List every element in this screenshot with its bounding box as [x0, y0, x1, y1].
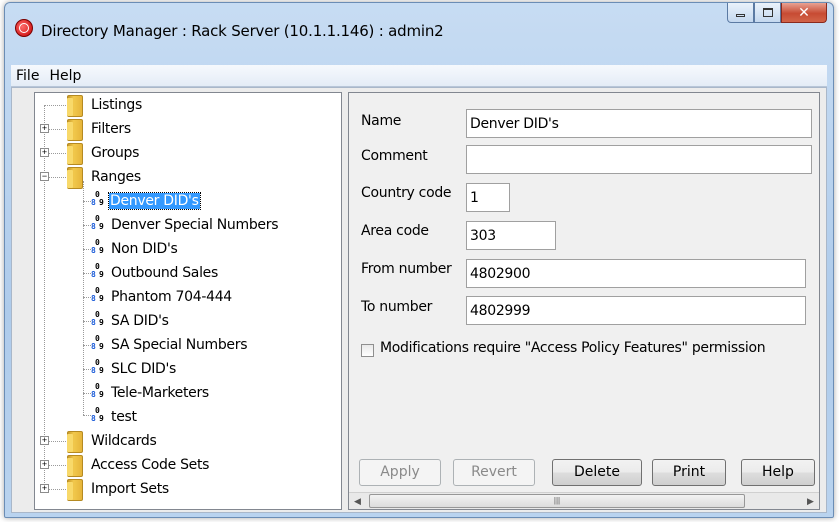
tree-item-ranges[interactable]: Ranges: [91, 169, 141, 185]
tree-item-range[interactable]: Denver DID's: [108, 192, 201, 210]
tree-item-range[interactable]: Outbound Sales: [111, 265, 218, 281]
tree-item-range[interactable]: test: [111, 409, 137, 425]
country-code-label: Country code: [361, 185, 452, 201]
maximize-icon: [762, 8, 773, 17]
to-number-field[interactable]: 4802999: [466, 296, 806, 325]
help-button[interactable]: Help: [741, 459, 815, 486]
folder-icon: [67, 119, 83, 141]
range-label-selected[interactable]: Denver DID's: [108, 192, 201, 210]
country-code-field[interactable]: 1: [466, 183, 510, 212]
folder-icon: [67, 143, 83, 165]
range-icon: 089: [91, 262, 104, 279]
scroll-right-icon[interactable]: ▶: [802, 493, 819, 509]
folder-icon: [67, 95, 83, 117]
range-icon: 089: [91, 286, 104, 303]
delete-button[interactable]: Delete: [552, 459, 642, 486]
permission-checkbox-label[interactable]: Modifications require "Access Policy Fea…: [380, 340, 766, 356]
collapse-icon[interactable]: −: [40, 172, 49, 181]
minimize-icon: [736, 14, 745, 17]
print-button[interactable]: Print: [652, 459, 726, 486]
tree-item-range[interactable]: SA DID's: [111, 313, 169, 329]
horizontal-scrollbar[interactable]: ◀ ||| ▶: [349, 492, 819, 509]
to-number-label: To number: [361, 299, 433, 315]
tree-connector: [83, 249, 91, 250]
folder-icon: [67, 455, 83, 477]
tree-connector: [83, 393, 91, 394]
tree-connector: [83, 369, 91, 370]
area-code-field[interactable]: 303: [466, 221, 556, 250]
range-icon: 089: [91, 238, 104, 255]
folder-icon: [67, 431, 83, 453]
tree-connector: [83, 415, 91, 416]
tree-connector: [44, 105, 68, 106]
range-icon: 089: [91, 310, 104, 327]
expand-icon[interactable]: +: [40, 148, 49, 157]
area-code-label: Area code: [361, 223, 429, 239]
tree-item-range[interactable]: Denver Special Numbers: [111, 217, 279, 233]
tree-item-range[interactable]: Non DID's: [111, 241, 178, 257]
folder-icon: [67, 479, 83, 501]
tree-connector: [83, 345, 91, 346]
comment-field[interactable]: [466, 145, 812, 174]
range-icon: 089: [91, 382, 104, 399]
menu-bar: File Help: [11, 65, 827, 87]
name-field[interactable]: Denver DID's: [466, 109, 812, 138]
close-icon: ✕: [798, 4, 810, 20]
tree-item-listings[interactable]: Listings: [91, 97, 142, 113]
apply-button[interactable]: Apply: [359, 459, 441, 486]
folder-icon: [67, 167, 83, 189]
range-icon: 089: [91, 406, 104, 423]
expand-icon[interactable]: +: [40, 124, 49, 133]
tree-item-range[interactable]: Phantom 704-444: [111, 289, 232, 305]
tree-item-range[interactable]: Tele-Marketers: [111, 385, 209, 401]
app-logo-icon: [15, 19, 33, 37]
from-number-field[interactable]: 4802900: [466, 259, 806, 288]
tree-item-groups[interactable]: Groups: [91, 145, 139, 161]
menu-help[interactable]: Help: [44, 68, 86, 84]
tree-item-range[interactable]: SA Special Numbers: [111, 337, 248, 353]
directory-tree[interactable]: Listings + Filters + Groups − Ranges 089…: [34, 92, 342, 510]
permission-checkbox[interactable]: [361, 344, 374, 357]
range-icon: 089: [91, 334, 104, 351]
tree-item-wildcards[interactable]: Wildcards: [91, 433, 157, 449]
tree-connector: [83, 273, 91, 274]
expand-icon[interactable]: +: [40, 460, 49, 469]
revert-button[interactable]: Revert: [453, 459, 535, 486]
tree-connector: [83, 321, 91, 322]
minimize-button[interactable]: [727, 3, 754, 23]
tree-connector: [83, 181, 84, 415]
tree-item-import-sets[interactable]: Import Sets: [91, 481, 169, 497]
expand-icon[interactable]: +: [40, 484, 49, 493]
range-icon: 089: [91, 190, 104, 207]
range-icon: 089: [91, 214, 104, 231]
menu-file[interactable]: File: [11, 68, 44, 84]
title-bar[interactable]: Directory Manager : Rack Server (10.1.1.…: [5, 3, 833, 59]
expand-icon[interactable]: +: [40, 436, 49, 445]
scroll-left-icon[interactable]: ◀: [349, 493, 366, 509]
tree-connector: [44, 105, 45, 489]
tree-item-filters[interactable]: Filters: [91, 121, 131, 137]
main-content: Listings + Filters + Groups − Ranges 089…: [11, 87, 827, 513]
tree-connector: [83, 225, 91, 226]
range-detail-panel: Name Denver DID's Comment Country code 1…: [348, 92, 820, 510]
tree-connector: [83, 297, 91, 298]
window-title: Directory Manager : Rack Server (10.1.1.…: [41, 22, 444, 40]
window-controls: ✕: [727, 3, 827, 25]
directory-manager-window: Directory Manager : Rack Server (10.1.1.…: [4, 2, 834, 518]
comment-label: Comment: [361, 148, 428, 164]
name-label: Name: [361, 113, 402, 129]
scrollbar-thumb[interactable]: |||: [369, 494, 745, 508]
tree-connector: [83, 201, 91, 202]
range-icon: 089: [91, 358, 104, 375]
close-button[interactable]: ✕: [781, 3, 827, 23]
tree-item-access-code-sets[interactable]: Access Code Sets: [91, 457, 209, 473]
maximize-button[interactable]: [754, 3, 781, 23]
tree-item-range[interactable]: SLC DID's: [111, 361, 176, 377]
from-number-label: From number: [361, 261, 452, 277]
